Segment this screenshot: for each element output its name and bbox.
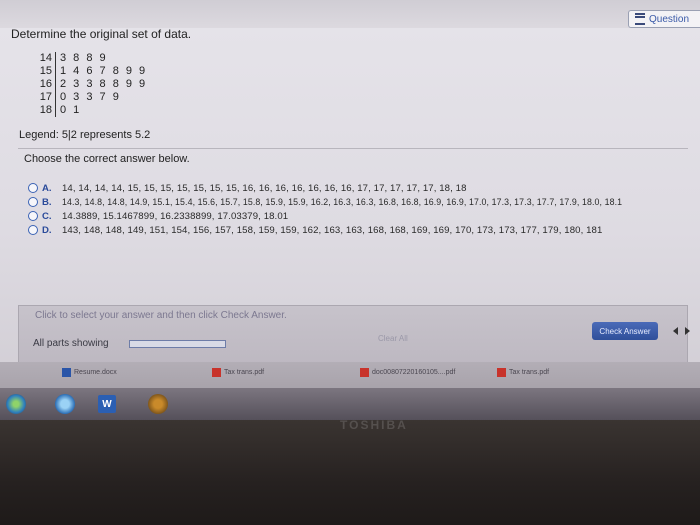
answer-options: A. 14, 14, 14, 14, 15, 15, 15, 15, 15, 1… <box>28 181 622 237</box>
next-icon[interactable] <box>685 327 690 335</box>
stem-value: 14 <box>34 52 56 65</box>
stem-leaf-plot: 14 3 8 8 9 15 1 4 6 7 8 9 9 16 2 3 3 8 8 9 … <box>34 52 147 117</box>
leaf-values: 2 3 3 8 8 9 9 <box>60 78 148 90</box>
option-c[interactable]: C. 14.3889, 15.1467899, 16.2338899, 17.0… <box>28 209 622 223</box>
pdf-icon <box>360 368 369 377</box>
question-label: Question <box>649 13 690 25</box>
stem-value: 18 <box>34 104 56 117</box>
stem-row: 16 2 3 3 8 8 9 9 <box>34 78 147 91</box>
clear-all-button[interactable]: Clear All <box>378 334 408 343</box>
instruction-text: Choose the correct answer below. <box>24 153 190 165</box>
stem-value: 15 <box>34 65 56 78</box>
parts-progress-bar <box>129 340 226 348</box>
option-d[interactable]: D. 143, 148, 148, 149, 151, 154, 156, 15… <box>28 223 622 237</box>
leaf-values: 3 8 8 9 <box>60 52 108 64</box>
media-player-icon[interactable] <box>148 394 168 414</box>
option-text: 14.3, 14.8, 14.8, 14.9, 15.1, 15.4, 15.6… <box>62 197 623 207</box>
download-name: Tax trans.pdf <box>509 369 550 376</box>
legend-text: Legend: 5|2 represents 5.2 <box>19 129 151 141</box>
radio-button[interactable] <box>28 225 38 235</box>
option-text: 143, 148, 148, 149, 151, 154, 156, 157, … <box>62 224 603 236</box>
check-answer-button[interactable]: Check Answer <box>592 322 658 340</box>
word-icon[interactable]: W <box>98 395 116 413</box>
leaf-values: 1 4 6 7 8 9 9 <box>60 65 148 77</box>
start-icon[interactable] <box>6 394 26 414</box>
download-item[interactable]: Resume.docx <box>62 368 117 377</box>
download-item[interactable]: Tax trans.pdf <box>212 368 264 377</box>
stem-row: 17 0 3 3 7 9 <box>34 91 147 104</box>
laptop-bezel <box>0 420 700 525</box>
pdf-icon <box>497 368 506 377</box>
option-a[interactable]: A. 14, 14, 14, 14, 15, 15, 15, 15, 15, 1… <box>28 181 622 195</box>
option-letter: D. <box>42 224 52 236</box>
divider <box>18 148 688 149</box>
downloads-bar: Resume.docx Tax trans.pdf doc00807220160… <box>0 362 700 388</box>
download-item[interactable]: Tax trans.pdf <box>497 368 549 377</box>
download-item[interactable]: doc00807220160105....pdf <box>360 368 455 377</box>
option-text: 14.3889, 15.1467899, 16.2338899, 17.0337… <box>62 210 289 222</box>
option-letter: B. <box>42 196 52 208</box>
option-letter: C. <box>42 210 52 222</box>
download-name: Resume.docx <box>74 369 117 376</box>
brand-logo: TOSHIBA <box>340 418 408 432</box>
taskbar: W <box>0 388 700 420</box>
hint-text: Click to select your answer and then cli… <box>35 310 287 321</box>
leaf-values: 0 3 3 7 9 <box>60 91 121 103</box>
browser-icon[interactable] <box>55 394 75 414</box>
stem-row: 18 0 1 <box>34 104 147 117</box>
option-letter: A. <box>42 182 52 194</box>
top-bar <box>0 0 700 28</box>
download-name: doc00807220160105....pdf <box>372 369 456 376</box>
stem-row: 15 1 4 6 7 8 9 9 <box>34 65 147 78</box>
question-menu-button[interactable]: Question <box>628 10 700 28</box>
answer-footer: Click to select your answer and then cli… <box>18 305 690 365</box>
radio-button[interactable] <box>28 183 38 193</box>
radio-button[interactable] <box>28 211 38 221</box>
radio-button[interactable] <box>28 197 38 207</box>
leaf-values: 0 1 <box>60 104 82 116</box>
option-text: 14, 14, 14, 14, 15, 15, 15, 15, 15, 15, … <box>62 182 467 194</box>
problem-title: Determine the original set of data. <box>11 27 192 41</box>
parts-status: All parts showing <box>33 338 109 349</box>
doc-icon <box>62 368 71 377</box>
pdf-icon <box>212 368 221 377</box>
option-b[interactable]: B. 14.3, 14.8, 14.8, 14.9, 15.1, 15.4, 1… <box>28 195 622 209</box>
download-name: Tax trans.pdf <box>224 369 265 376</box>
browser-screen: Question Determine the original set of d… <box>0 0 700 420</box>
stem-value: 16 <box>34 78 56 91</box>
stem-value: 17 <box>34 91 56 104</box>
list-icon <box>635 13 645 25</box>
previous-icon[interactable] <box>673 327 678 335</box>
stem-row: 14 3 8 8 9 <box>34 52 147 65</box>
